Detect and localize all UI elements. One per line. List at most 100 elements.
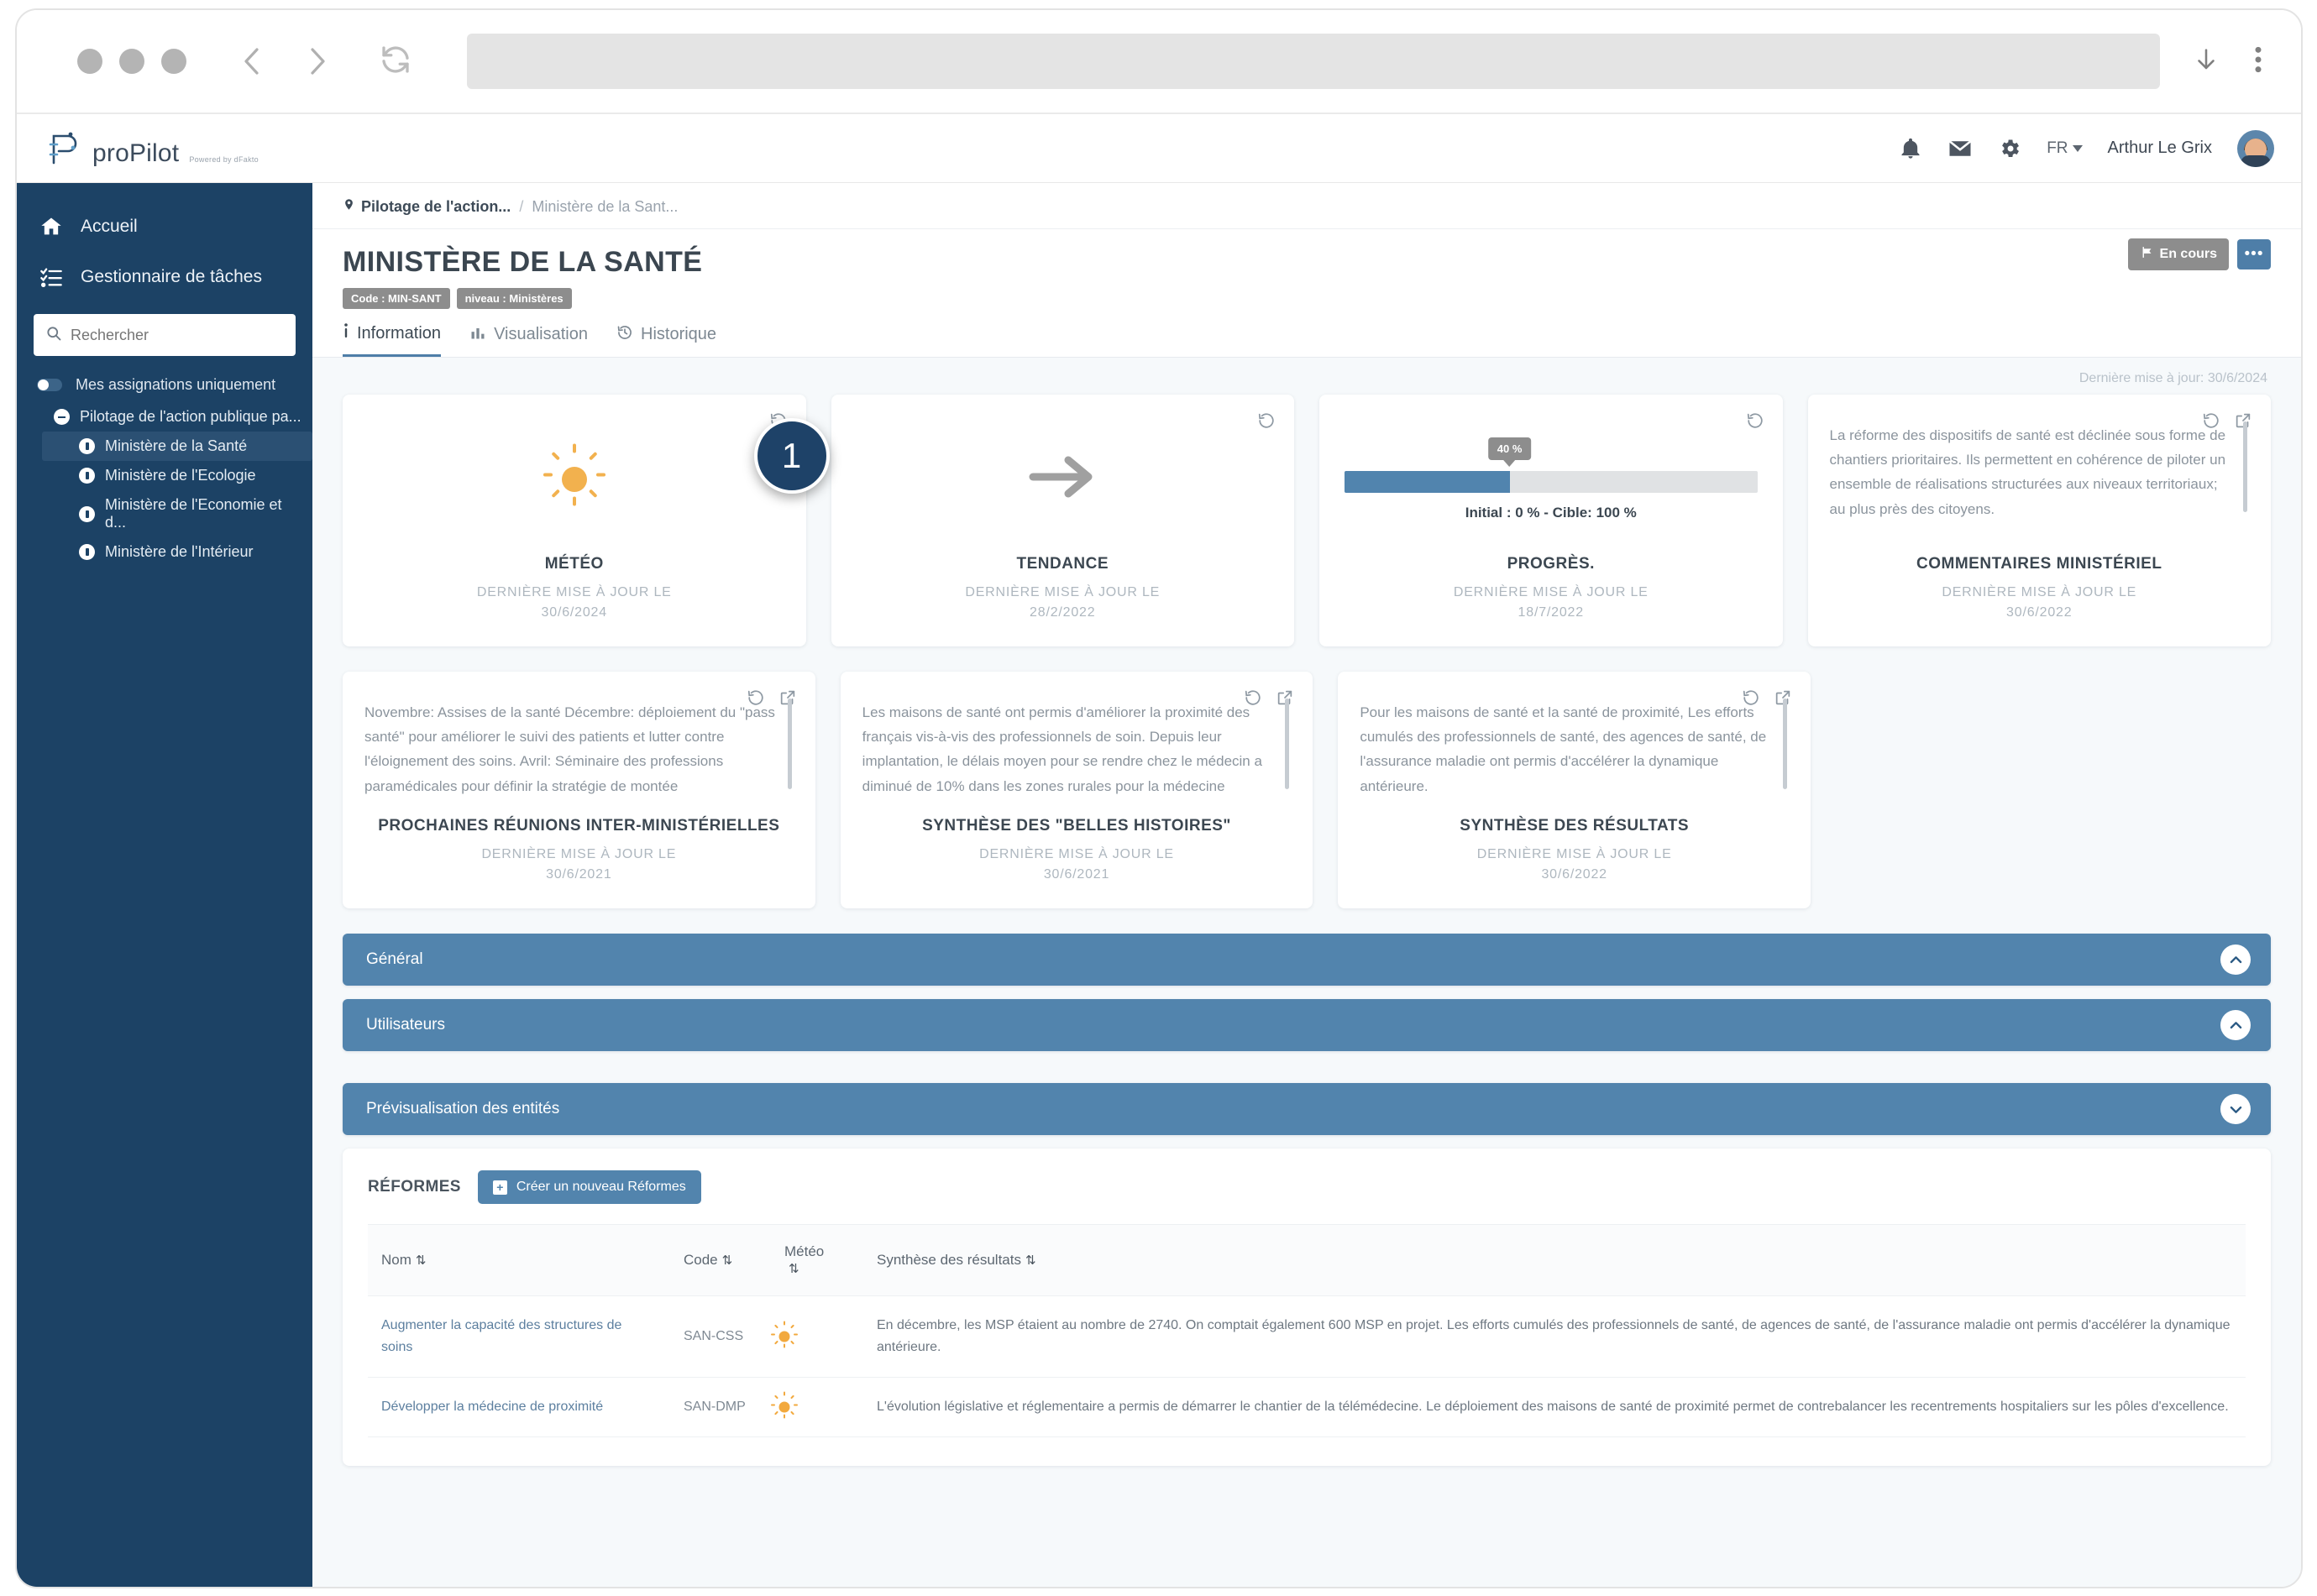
collapse-node-icon[interactable]	[54, 409, 70, 425]
sidebar-item-label: Gestionnaire de tâches	[81, 267, 262, 287]
search-icon	[45, 325, 62, 346]
card-subtitle: DERNIÈRE MISE À JOUR LE 30/6/2024	[364, 583, 784, 623]
sidebar-item-gestionnaire-de-taches[interactable]: Gestionnaire de tâches	[17, 252, 312, 302]
arrow-right-icon	[1026, 452, 1098, 506]
card-tendance[interactable]: TENDANCE DERNIÈRE MISE À JOUR LE 28/2/20…	[831, 395, 1295, 646]
tree-node-icon	[79, 506, 95, 522]
column-header-code[interactable]: Code⇅	[670, 1225, 771, 1296]
reformes-table: Nom⇅ Code⇅ Météo⇅ Synthèse des résultats…	[368, 1224, 2246, 1437]
history-icon[interactable]	[1746, 411, 1764, 434]
accordion-previsualisation-des-entites[interactable]: Prévisualisation des entités	[343, 1083, 2271, 1135]
sort-icon[interactable]: ⇅	[722, 1253, 733, 1268]
table-header-row: Nom⇅ Code⇅ Météo⇅ Synthèse des résultats…	[368, 1225, 2246, 1296]
cell-synthese: En décembre, les MSP étaient au nombre d…	[863, 1296, 2246, 1378]
mail-icon[interactable]	[1947, 136, 1973, 161]
cell-code: SAN-DMP	[670, 1377, 771, 1436]
tab-historique[interactable]: Historique	[616, 322, 716, 357]
card-meteo[interactable]: MÉTÉO DERNIÈRE MISE À JOUR LE 30/6/2024 …	[343, 395, 806, 646]
card-synthese-resultats[interactable]: Pour les maisons de santé et la santé de…	[1338, 672, 1811, 908]
user-name-label[interactable]: Arthur Le Grix	[2108, 139, 2212, 158]
table-row[interactable]: Développer la médecine de proximité SAN-…	[368, 1377, 2246, 1436]
column-header-nom[interactable]: Nom⇅	[368, 1225, 670, 1296]
scrollbar-thumb[interactable]	[2243, 421, 2247, 512]
sidebar-item-ministere-de-la-sante[interactable]: Ministère de la Santé	[42, 432, 312, 461]
notifications-bell-icon[interactable]	[1899, 137, 1922, 160]
progress-tooltip: 40 %	[1488, 437, 1532, 460]
forward-icon[interactable]	[302, 43, 331, 80]
reload-icon[interactable]	[378, 42, 413, 81]
window-maximize-dot[interactable]	[161, 49, 186, 74]
create-reforme-button[interactable]: + Créer un nouveau Réformes	[478, 1170, 701, 1204]
kpi-cards-row-1: MÉTÉO DERNIÈRE MISE À JOUR LE 30/6/2024 …	[343, 395, 2271, 646]
browser-menu-icon[interactable]	[2252, 43, 2264, 81]
card-sub-label: DERNIÈRE MISE À JOUR LE	[1477, 847, 1672, 861]
status-badge-level: niveau : Ministères	[457, 288, 572, 309]
search-box[interactable]	[34, 314, 296, 356]
history-icon[interactable]	[1257, 411, 1276, 434]
tab-visualisation[interactable]: Visualisation	[469, 322, 588, 357]
chevron-up-icon[interactable]	[2220, 945, 2251, 975]
window-minimize-dot[interactable]	[119, 49, 144, 74]
url-bar[interactable]	[467, 34, 2160, 89]
status-button[interactable]: En cours	[2128, 238, 2229, 270]
sidebar-item-ministere-de-linterieur[interactable]: Ministère de l'Intérieur	[42, 537, 312, 567]
chevron-down-icon[interactable]	[2220, 1094, 2251, 1124]
sidebar-item-ministere-de-leconomie[interactable]: Ministère de l'Economie et d...	[42, 490, 312, 537]
card-sub-date: 30/6/2021	[1044, 867, 1109, 882]
tree-node-icon	[79, 468, 95, 484]
tab-information[interactable]: Information	[343, 322, 441, 357]
table-row[interactable]: Augmenter la capacité des structures de …	[368, 1296, 2246, 1378]
column-header-synthese[interactable]: Synthèse des résultats⇅	[863, 1225, 2246, 1296]
my-assignments-toggle[interactable]	[37, 379, 62, 391]
chevron-down-icon	[2073, 139, 2083, 158]
card-prochaines-reunions[interactable]: Novembre: Assises de la santé Décembre: …	[343, 672, 815, 908]
card-sub-label: DERNIÈRE MISE À JOUR LE	[965, 585, 1160, 599]
tree-node-root[interactable]: Pilotage de l'action publique pa...	[39, 402, 312, 432]
reformes-panel: RÉFORMES + Créer un nouveau Réformes Nom…	[343, 1149, 2271, 1466]
card-sub-date: 30/6/2021	[546, 867, 611, 882]
scrollbar-thumb[interactable]	[788, 699, 792, 789]
sort-icon[interactable]: ⇅	[1025, 1253, 1036, 1268]
my-assignments-toggle-row[interactable]: Mes assignations uniquement	[17, 364, 312, 402]
window-controls[interactable]	[77, 49, 186, 74]
gear-icon[interactable]	[1998, 137, 2021, 160]
language-selector[interactable]: FR	[2047, 139, 2082, 158]
sidebar-item-ministere-de-lecologie[interactable]: Ministère de l'Ecologie	[42, 461, 312, 490]
propilot-logo[interactable]: proPilot Powered by dFakto	[45, 129, 259, 168]
back-icon[interactable]	[239, 43, 267, 80]
location-pin-icon	[343, 196, 355, 217]
search-input[interactable]	[71, 327, 284, 344]
sidebar-item-label: Accueil	[81, 217, 138, 237]
download-icon[interactable]	[2192, 43, 2220, 81]
more-actions-button[interactable]: •••	[2237, 239, 2271, 269]
accordion-general[interactable]: Général	[343, 934, 2271, 986]
tree-node-label: Ministère de l'Ecologie	[105, 467, 256, 484]
breadcrumb: Pilotage de l'action... / Ministère de l…	[312, 183, 2301, 229]
chevron-up-icon[interactable]	[2220, 1010, 2251, 1040]
progress-bar	[1345, 471, 1758, 493]
accordion-label: Utilisateurs	[366, 1016, 445, 1034]
sort-icon[interactable]: ⇅	[416, 1253, 427, 1268]
sidebar-item-accueil[interactable]: Accueil	[17, 201, 312, 252]
sort-icon[interactable]: ⇅	[789, 1262, 799, 1276]
window-close-dot[interactable]	[77, 49, 102, 74]
accordion-utilisateurs[interactable]: Utilisateurs	[343, 999, 2271, 1051]
column-header-meteo[interactable]: Météo⇅	[771, 1225, 863, 1296]
avatar[interactable]	[2237, 130, 2274, 167]
card-commentaires-ministeriel[interactable]: La réforme des dispositifs de santé est …	[1808, 395, 2272, 646]
accordion-label: Général	[366, 950, 423, 969]
kpi-cards-row-2: Novembre: Assises de la santé Décembre: …	[343, 672, 2271, 908]
scrollbar-thumb[interactable]	[1783, 699, 1787, 789]
cell-nom[interactable]: Augmenter la capacité des structures de …	[368, 1296, 670, 1378]
breadcrumb-item-current[interactable]: Ministère de la Sant...	[532, 198, 678, 216]
card-synthese-belles-histoires[interactable]: Les maisons de santé ont permis d'amélio…	[841, 672, 1313, 908]
scrollbar-thumb[interactable]	[1285, 699, 1289, 789]
propilot-logo-text: proPilot	[92, 139, 179, 168]
flag-icon	[2140, 245, 2154, 264]
history-clock-icon	[616, 324, 633, 346]
cell-nom[interactable]: Développer la médecine de proximité	[368, 1377, 670, 1436]
cell-meteo	[771, 1296, 863, 1378]
sun-icon	[543, 448, 605, 510]
breadcrumb-item-root[interactable]: Pilotage de l'action...	[343, 196, 511, 217]
card-progres[interactable]: 40 % Initial : 0 % - Cible: 100 % PROGRÈ…	[1319, 395, 1783, 646]
